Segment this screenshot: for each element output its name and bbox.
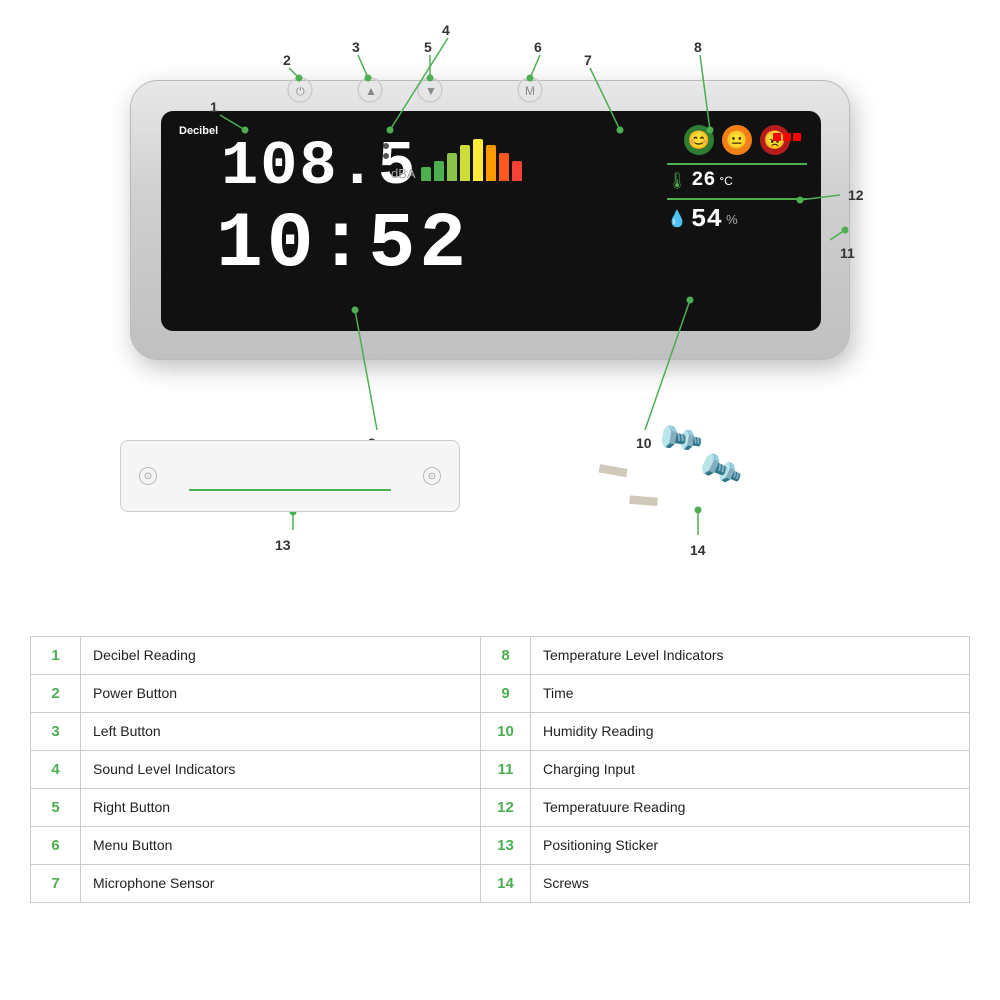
row-num-left: 4 — [31, 751, 81, 788]
row-label-left: Menu Button — [81, 827, 481, 864]
row-num-right: 12 — [481, 789, 531, 826]
row-label-right: Time — [531, 675, 969, 712]
row-num-right: 14 — [481, 865, 531, 902]
row-label-right: Screws — [531, 865, 969, 902]
temp-icon: 🌡 — [667, 171, 687, 191]
table-row: 3 Left Button 10 Humidity Reading — [31, 713, 969, 751]
table-row: 2 Power Button 9 Time — [31, 675, 969, 713]
positioning-sticker: ⊙ ⊙ — [120, 440, 460, 512]
table-row: 4 Sound Level Indicators 11 Charging Inp… — [31, 751, 969, 789]
row-num-left: 3 — [31, 713, 81, 750]
temp-value: 26 — [691, 169, 715, 192]
row-num-right: 13 — [481, 827, 531, 864]
row-num-right: 11 — [481, 751, 531, 788]
row-num-right: 10 — [481, 713, 531, 750]
row-label-right: Temperature Level Indicators — [531, 637, 969, 674]
device-body: Decibel 108.5 dBA — [130, 80, 850, 360]
sound-bars — [421, 139, 522, 181]
svg-text:7: 7 — [584, 52, 592, 68]
svg-text:2: 2 — [283, 52, 291, 68]
svg-text:3: 3 — [352, 39, 360, 55]
svg-text:4: 4 — [442, 22, 450, 38]
sticker-line — [189, 489, 392, 491]
row-label-left: Left Button — [81, 713, 481, 750]
db-label: Decibel — [179, 125, 218, 137]
row-num-left: 1 — [31, 637, 81, 674]
row-num-left: 5 — [31, 789, 81, 826]
table-row: 5 Right Button 12 Temperatuure Reading — [31, 789, 969, 827]
db-number: 108.5 — [221, 131, 417, 202]
svg-text:8: 8 — [694, 39, 702, 55]
sticker-hole-right: ⊙ — [423, 467, 441, 485]
row-num-left: 6 — [31, 827, 81, 864]
row-label-right: Charging Input — [531, 751, 969, 788]
table-row: 1 Decibel Reading 8 Temperature Level In… — [31, 637, 969, 675]
diagram-area: Decibel 108.5 dBA — [0, 0, 1000, 630]
sticker-hole-left: ⊙ — [139, 467, 157, 485]
screw-2: 🔩 — [695, 444, 745, 493]
row-label-left: Decibel Reading — [81, 637, 481, 674]
time-display: 10:52 — [216, 201, 470, 289]
svg-text:12: 12 — [848, 187, 864, 203]
table-row: 6 Menu Button 13 Positioning Sticker — [31, 827, 969, 865]
svg-text:5: 5 — [424, 39, 432, 55]
mood-happy: 😊 — [684, 125, 714, 155]
row-label-right: Temperatuure Reading — [531, 789, 969, 826]
screws-group: 🔩 🔩 ▬ ▬ — [590, 420, 790, 550]
db-unit: dBA — [391, 166, 416, 181]
anchor-2: ▬ — [629, 479, 660, 513]
row-label-left: Power Button — [81, 675, 481, 712]
row-label-left: Right Button — [81, 789, 481, 826]
hum-value: 54 — [691, 204, 722, 234]
red-indicator — [773, 133, 801, 141]
temp-unit: °C — [719, 174, 732, 188]
screen: Decibel 108.5 dBA — [161, 111, 821, 331]
hum-icon: 💧 — [667, 209, 687, 229]
hum-row: 💧 54 % — [667, 198, 807, 234]
row-label-left: Sound Level Indicators — [81, 751, 481, 788]
svg-text:6: 6 — [534, 39, 542, 55]
two-dots — [383, 143, 389, 159]
row-num-right: 9 — [481, 675, 531, 712]
right-panel: 😊 😐 😠 🌡 26 °C 💧 54 — [667, 125, 807, 320]
row-num-right: 8 — [481, 637, 531, 674]
row-label-left: Microphone Sensor — [81, 865, 481, 902]
hum-unit: % — [726, 212, 738, 227]
mood-neutral: 😐 — [722, 125, 752, 155]
temp-row: 🌡 26 °C — [667, 163, 807, 192]
svg-text:13: 13 — [275, 537, 291, 553]
row-num-left: 7 — [31, 865, 81, 902]
table-row: 7 Microphone Sensor 14 Screws — [31, 865, 969, 902]
row-num-left: 2 — [31, 675, 81, 712]
row-label-right: Positioning Sticker — [531, 827, 969, 864]
row-label-right: Humidity Reading — [531, 713, 969, 750]
table-area: 1 Decibel Reading 8 Temperature Level In… — [30, 636, 970, 903]
anchor-1: ▬ — [597, 448, 630, 484]
